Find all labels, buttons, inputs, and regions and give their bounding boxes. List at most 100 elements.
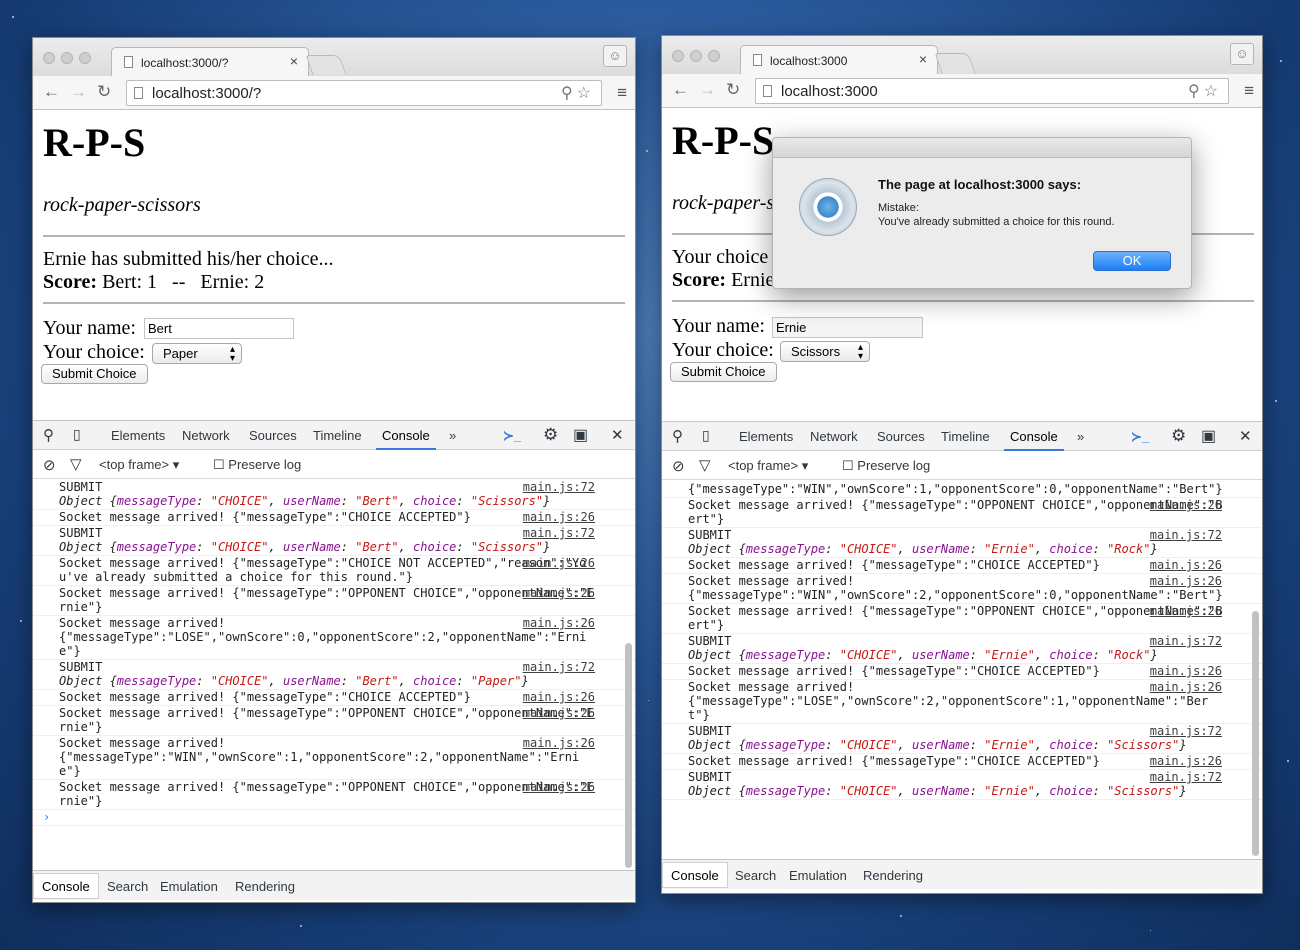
submit-choice-button[interactable]: Submit Choice: [670, 362, 777, 382]
zoom-window-button[interactable]: [79, 52, 91, 64]
console-source-link[interactable]: main.js:72: [523, 660, 595, 674]
frame-selector[interactable]: <top frame> ▾: [728, 458, 808, 474]
console-source-link[interactable]: main.js:72: [1150, 528, 1222, 542]
console-source-link[interactable]: main.js:26: [523, 556, 595, 570]
close-devtools-icon[interactable]: ✕: [611, 426, 624, 444]
filter-icon[interactable]: ▽: [699, 456, 711, 474]
tab-network[interactable]: Network: [810, 429, 858, 444]
console-drawer-icon[interactable]: ≻_: [1131, 429, 1149, 445]
zoom-icon[interactable]: ⚲: [1188, 83, 1204, 100]
browser-tab[interactable]: localhost:3000 ×: [740, 45, 938, 74]
console-source-link[interactable]: main.js:72: [523, 526, 595, 540]
drawer-tab-rendering[interactable]: Rendering: [863, 868, 923, 883]
profile-icon[interactable]: ☺: [603, 45, 627, 67]
address-bar[interactable]: localhost:3000 ⚲☆: [755, 78, 1229, 104]
console-source-link[interactable]: main.js:26: [1150, 574, 1222, 588]
new-tab-button[interactable]: [305, 55, 347, 75]
forward-icon[interactable]: →: [699, 80, 716, 100]
drawer-tab-emulation[interactable]: Emulation: [789, 868, 847, 883]
settings-icon[interactable]: ⚙: [543, 425, 558, 445]
drawer-tab-search[interactable]: Search: [107, 879, 148, 894]
preserve-log-checkbox[interactable]: ☐ Preserve log: [842, 458, 930, 474]
back-icon[interactable]: ←: [672, 80, 689, 100]
tab-timeline[interactable]: Timeline: [313, 428, 362, 443]
filter-icon[interactable]: ▽: [70, 455, 82, 473]
tab-close-icon[interactable]: ×: [290, 53, 298, 69]
preserve-log-checkbox[interactable]: ☐ Preserve log: [213, 457, 301, 473]
console-source-link[interactable]: main.js:26: [523, 616, 595, 630]
more-tabs-icon[interactable]: »: [1077, 429, 1084, 444]
zoom-star-icons[interactable]: ⚲☆: [561, 83, 595, 103]
bookmark-star-icon[interactable]: ☆: [1204, 83, 1222, 100]
tab-console[interactable]: Console: [1004, 429, 1064, 451]
tab-elements[interactable]: Elements: [111, 428, 165, 443]
tab-sources[interactable]: Sources: [249, 428, 297, 443]
address-bar[interactable]: localhost:3000/? ⚲☆: [126, 80, 602, 106]
tab-elements[interactable]: Elements: [739, 429, 793, 444]
close-window-button[interactable]: [672, 50, 684, 62]
console-source-link[interactable]: main.js:72: [1150, 724, 1222, 738]
minimize-window-button[interactable]: [61, 52, 73, 64]
console-source-link[interactable]: main.js:26: [1150, 664, 1222, 678]
drawer-tab-console[interactable]: Console: [33, 873, 99, 899]
console-source-link[interactable]: main.js:72: [1150, 634, 1222, 648]
submit-choice-button[interactable]: Submit Choice: [41, 364, 148, 384]
more-tabs-icon[interactable]: »: [449, 428, 456, 443]
console-source-link[interactable]: main.js:26: [523, 510, 595, 524]
reload-icon[interactable]: ↻: [726, 80, 740, 100]
drawer-tab-console[interactable]: Console: [662, 862, 728, 888]
clear-console-icon[interactable]: ⊘: [43, 456, 56, 474]
dock-icon[interactable]: ▣: [1201, 426, 1216, 446]
zoom-window-button[interactable]: [708, 50, 720, 62]
forward-icon[interactable]: →: [70, 82, 87, 102]
choice-select[interactable]: Paper ▴ ▾: [152, 343, 242, 364]
inspect-icon[interactable]: ⚲: [672, 427, 683, 445]
console-source-link[interactable]: main.js:26: [523, 736, 595, 750]
console-source-link[interactable]: main.js:26: [523, 780, 595, 794]
menu-icon[interactable]: ≡: [1244, 81, 1254, 101]
ok-button[interactable]: OK: [1093, 251, 1171, 271]
device-mode-icon[interactable]: ▯: [73, 426, 81, 443]
name-input[interactable]: Ernie: [772, 317, 923, 338]
tab-close-icon[interactable]: ×: [919, 51, 927, 67]
console-source-link[interactable]: main.js:26: [523, 586, 595, 600]
tab-timeline[interactable]: Timeline: [941, 429, 990, 444]
console-source-link[interactable]: main.js:72: [523, 480, 595, 494]
reload-icon[interactable]: ↻: [97, 82, 111, 102]
zoom-star-icons[interactable]: ⚲☆: [1188, 81, 1222, 101]
console-prompt-input[interactable]: ›: [33, 810, 635, 826]
inspect-icon[interactable]: ⚲: [43, 426, 54, 444]
console-source-link[interactable]: main.js:26: [1150, 558, 1222, 572]
console-scrollbar[interactable]: [1252, 611, 1259, 856]
browser-tab[interactable]: localhost:3000/? ×: [111, 47, 309, 76]
clear-console-icon[interactable]: ⊘: [672, 457, 685, 475]
name-input[interactable]: Bert: [144, 318, 294, 339]
console-source-link[interactable]: main.js:26: [1150, 604, 1222, 618]
choice-select[interactable]: Scissors ▴ ▾: [780, 341, 870, 362]
menu-icon[interactable]: ≡: [617, 83, 627, 103]
tab-network[interactable]: Network: [182, 428, 230, 443]
settings-icon[interactable]: ⚙: [1171, 426, 1186, 446]
console-source-link[interactable]: main.js:26: [1150, 498, 1222, 512]
console-source-link[interactable]: main.js:26: [1150, 754, 1222, 768]
zoom-icon[interactable]: ⚲: [561, 85, 577, 102]
minimize-window-button[interactable]: [690, 50, 702, 62]
drawer-tab-rendering[interactable]: Rendering: [235, 879, 295, 894]
close-window-button[interactable]: [43, 52, 55, 64]
tab-console[interactable]: Console: [376, 428, 436, 450]
close-devtools-icon[interactable]: ✕: [1239, 427, 1252, 445]
profile-icon[interactable]: ☺: [1230, 43, 1254, 65]
back-icon[interactable]: ←: [43, 82, 60, 102]
frame-selector[interactable]: <top frame> ▾: [99, 457, 179, 473]
console-source-link[interactable]: main.js:26: [1150, 680, 1222, 694]
drawer-tab-emulation[interactable]: Emulation: [160, 879, 218, 894]
drawer-tab-search[interactable]: Search: [735, 868, 776, 883]
console-source-link[interactable]: main.js:26: [523, 706, 595, 720]
console-source-link[interactable]: main.js:72: [1150, 770, 1222, 784]
tab-sources[interactable]: Sources: [877, 429, 925, 444]
bookmark-star-icon[interactable]: ☆: [577, 85, 595, 102]
console-source-link[interactable]: main.js:26: [523, 690, 595, 704]
console-scrollbar[interactable]: [625, 643, 632, 868]
device-mode-icon[interactable]: ▯: [702, 427, 710, 444]
console-drawer-icon[interactable]: ≻_: [503, 428, 521, 444]
